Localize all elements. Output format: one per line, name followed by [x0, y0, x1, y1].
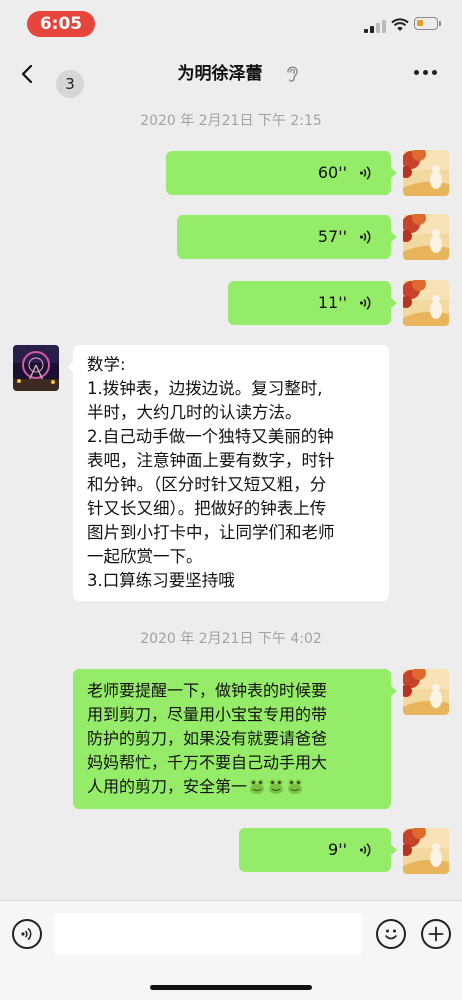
- avatar-image: [403, 828, 449, 874]
- my-avatar[interactable]: [403, 280, 449, 326]
- outgoing-text-message[interactable]: 老师要提醒一下，做钟表的时候要 用到剪刀，尽量用小宝宝专用的带 防护的剪刀，如果…: [73, 669, 397, 809]
- voice-duration: 9'': [328, 840, 347, 859]
- my-avatar[interactable]: [403, 669, 449, 715]
- message-line: 2.自己动手做一个独特又美丽的钟: [87, 427, 334, 446]
- message-line-with-emoji: 人用的剪刀，安全第一: [87, 775, 391, 799]
- message-line: 用到剪刀，尽量用小宝宝专用的带: [87, 705, 328, 724]
- timestamp: 2020 年 2月21日 下午 2:15: [140, 113, 322, 129]
- voice-duration: 57'': [317, 227, 347, 246]
- frog-emoji-icon: [250, 779, 265, 794]
- my-avatar[interactable]: [403, 214, 449, 260]
- voice-wave-icon: [359, 166, 371, 180]
- avatar-image: [13, 345, 59, 391]
- unread-count-badge: 3: [56, 70, 84, 98]
- avatar-image: [403, 150, 449, 196]
- voice-wave-icon: [359, 296, 371, 310]
- message-line: 数学:: [87, 355, 126, 374]
- contact-avatar[interactable]: [13, 345, 59, 391]
- my-avatar[interactable]: [403, 828, 449, 874]
- message-line: 妈妈帮忙，千万不要自己动手用大: [87, 753, 328, 772]
- message-line: 防护的剪刀，如果没有就要请爸爸: [87, 729, 328, 748]
- message-line: 3.口算练习要坚持哦: [87, 571, 235, 590]
- wifi-icon: [391, 18, 409, 31]
- voice-input-button[interactable]: [12, 919, 42, 949]
- earpiece-mode-icon: [287, 66, 298, 82]
- message-line: 老师要提醒一下，做钟表的时候要: [87, 681, 328, 700]
- voice-duration: 60'': [317, 163, 347, 182]
- voice-duration: 11'': [317, 293, 347, 312]
- signal-icon: [364, 20, 386, 33]
- message-line: 针又长又细）。把做好的钟表上传: [87, 499, 327, 518]
- avatar-image: [403, 669, 449, 715]
- message-line: 一起欣赏一下。: [87, 547, 203, 566]
- chat-title: 为明徐泽蕾: [177, 64, 263, 84]
- smiley-icon: [385, 929, 397, 940]
- timestamp: 2020 年 2月21日 下午 4:02: [140, 631, 322, 647]
- message-input[interactable]: [54, 913, 362, 955]
- message-line: 半时，大约几时的认读方法。: [87, 403, 302, 422]
- chevron-left-icon: [21, 64, 33, 84]
- status-bar: 6:05: [0, 0, 462, 44]
- frog-emoji-icon: [288, 779, 303, 794]
- message-line: 图片到小打卡中，让同学们和老师: [87, 523, 335, 542]
- frog-emoji-icon: [269, 779, 284, 794]
- voice-message[interactable]: 60'': [166, 151, 397, 195]
- incoming-text-message[interactable]: 数学: 1.拨钟表，边拨边说。复习整时, 半时，大约几时的认读方法。 2.自己动…: [67, 345, 389, 601]
- message-line: 和分钟。（区分时针又短又粗，分: [87, 475, 327, 494]
- battery-icon: [414, 17, 441, 30]
- avatar-image: [403, 280, 449, 326]
- chat-header: 3 为明徐泽蕾: [0, 48, 462, 100]
- message-line: 人用的剪刀，安全第一: [87, 777, 248, 796]
- voice-wave-icon: [359, 843, 371, 857]
- voice-message[interactable]: 57'': [177, 215, 397, 259]
- home-indicator: [150, 985, 312, 990]
- more-functions-button[interactable]: [421, 919, 451, 949]
- voice-message[interactable]: 9'': [239, 828, 397, 872]
- my-avatar[interactable]: [403, 150, 449, 196]
- avatar-image: [403, 214, 449, 260]
- more-options-button[interactable]: [414, 70, 438, 78]
- status-time: 6:05: [27, 11, 95, 37]
- voice-wave-icon: [359, 230, 371, 244]
- message-line: 1.拨钟表，边拨边说。复习整时,: [87, 379, 323, 398]
- back-button[interactable]: 3: [16, 58, 84, 98]
- voice-wave-icon: [21, 927, 32, 941]
- message-line: 表吧，注意钟面上要有数字，时针: [87, 451, 335, 470]
- voice-message[interactable]: 11'': [228, 281, 397, 325]
- plus-icon: [428, 926, 444, 942]
- emoji-button[interactable]: [376, 919, 406, 949]
